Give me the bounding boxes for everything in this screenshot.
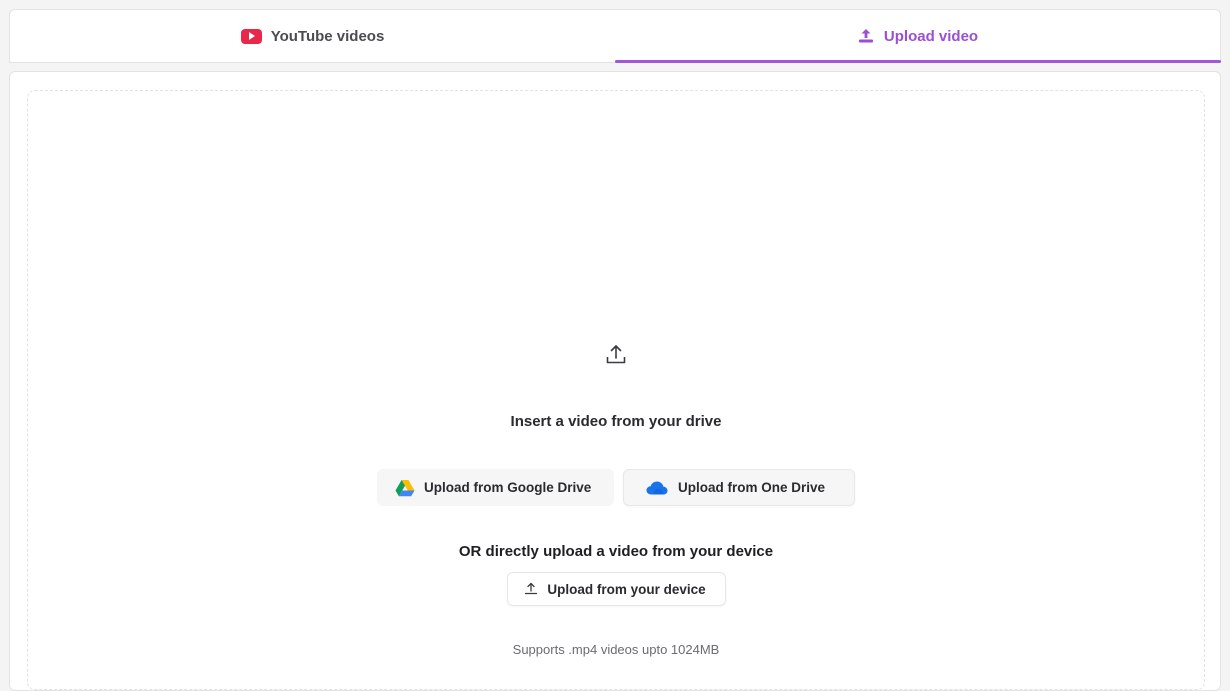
tab-youtube-label: YouTube videos xyxy=(270,27,385,45)
tab-bar: YouTube videos Upload video xyxy=(9,9,1221,63)
upload-device-label: Upload from your device xyxy=(547,581,706,597)
one-drive-button[interactable]: Upload from One Drive xyxy=(623,469,855,506)
onedrive-cloud-icon xyxy=(646,481,668,494)
google-drive-icon xyxy=(395,479,415,496)
upload-icon xyxy=(858,29,873,43)
google-drive-label: Upload from Google Drive xyxy=(424,480,592,495)
tab-upload-label: Upload video xyxy=(883,27,979,45)
upload-icon xyxy=(525,582,538,595)
upload-panel: Insert a video from your drive Upload fr… xyxy=(9,71,1221,691)
tab-youtube-videos[interactable]: YouTube videos xyxy=(10,10,615,62)
drive-buttons: Upload from Google Drive Upload from One… xyxy=(28,469,1204,506)
upload-dropzone[interactable]: Insert a video from your drive Upload fr… xyxy=(27,90,1205,690)
dropzone-upload-icon-wrap xyxy=(28,343,1204,369)
supports-text: Supports .mp4 videos upto 1024MB xyxy=(512,642,720,657)
device-row: Upload from your device xyxy=(28,572,1204,606)
or-heading: OR directly upload a video from your dev… xyxy=(458,543,774,560)
youtube-icon xyxy=(240,28,262,44)
drive-heading: Insert a video from your drive xyxy=(510,413,722,430)
google-drive-button[interactable]: Upload from Google Drive xyxy=(377,469,614,506)
upload-icon xyxy=(606,345,626,364)
tab-upload-video[interactable]: Upload video xyxy=(615,10,1221,63)
upload-device-button[interactable]: Upload from your device xyxy=(506,572,726,606)
one-drive-label: Upload from One Drive xyxy=(678,480,826,495)
